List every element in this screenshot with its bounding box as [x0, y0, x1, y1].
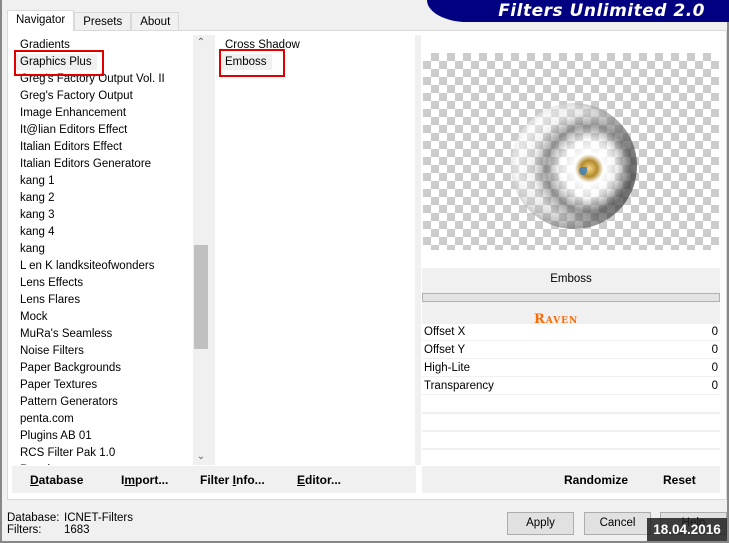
category-scrollbar[interactable]: ⌃ ⌄: [193, 35, 209, 465]
mnemonic: m: [124, 473, 136, 487]
filter-item-emboss[interactable]: Emboss: [220, 54, 272, 70]
preview-highlight: [579, 167, 587, 175]
category-item[interactable]: Plugins AB 01: [15, 428, 97, 444]
scrollbar-thumb[interactable]: [194, 245, 208, 349]
param-high-lite[interactable]: High-Lite 0: [422, 360, 720, 377]
category-item[interactable]: kang 3: [15, 207, 60, 223]
tab-presets[interactable]: Presets: [74, 12, 132, 30]
reset-button[interactable]: Reset: [663, 473, 696, 487]
category-item[interactable]: Paper Backgrounds: [15, 360, 126, 376]
parameter-header: Emboss Raven: [422, 268, 720, 327]
app-title-banner: Filters Unlimited 2.0: [427, 0, 729, 22]
param-empty-row: [422, 414, 720, 432]
category-item[interactable]: Italian Editors Generatore: [15, 156, 156, 172]
filter-list[interactable]: Cross Shadow Emboss: [215, 35, 415, 465]
label: Filter: [200, 473, 233, 487]
chevron-down-icon[interactable]: ⌄: [193, 449, 209, 465]
category-item[interactable]: Lens Effects: [15, 275, 88, 291]
label: port...: [135, 473, 169, 487]
category-item[interactable]: Lens Flares: [15, 292, 85, 308]
mnemonic: E: [297, 473, 306, 487]
param-label: Transparency: [424, 380, 494, 392]
status-database-value: ICNET-Filters: [64, 512, 133, 524]
param-offset-y[interactable]: Offset Y 0: [422, 342, 720, 359]
tab-navigator[interactable]: Navigator: [7, 10, 75, 31]
import-button[interactable]: Import...: [121, 473, 168, 487]
status-filters: Filters: 1683: [7, 524, 90, 536]
category-item[interactable]: L en K landksiteofwonders: [15, 258, 159, 274]
status-filters-value: 1683: [64, 524, 90, 536]
category-item[interactable]: Noise Filters: [15, 343, 89, 359]
status-filters-label: Filters:: [7, 524, 42, 536]
parameter-title: Emboss: [550, 273, 592, 285]
chevron-up-icon[interactable]: ⌃: [193, 35, 209, 51]
category-item[interactable]: Mock: [15, 309, 52, 325]
filter-item-cross-shadow[interactable]: Cross Shadow: [220, 37, 305, 53]
parameter-toolbar: Randomize Reset: [422, 466, 720, 493]
param-value: 0: [711, 380, 718, 392]
category-item[interactable]: Greg's Factory Output Vol. II: [15, 71, 170, 87]
tab-bar: Navigator Presets About: [7, 10, 180, 31]
category-item[interactable]: kang 2: [15, 190, 60, 206]
date-badge: 18.04.2016: [647, 518, 727, 541]
category-item[interactable]: Graphics Plus: [15, 54, 97, 70]
preview-canvas: [423, 53, 719, 250]
param-label: High-Lite: [424, 362, 471, 374]
filter-info-button[interactable]: Filter Info...: [200, 473, 265, 487]
category-item[interactable]: Pattern Generators: [15, 394, 123, 410]
cancel-button[interactable]: Cancel: [584, 512, 651, 535]
status-database: Database: ICNET-Filters: [7, 512, 133, 524]
label: ditor...: [305, 473, 342, 487]
divider: [415, 35, 421, 465]
category-item[interactable]: kang 4: [15, 224, 60, 240]
param-empty-row: [422, 432, 720, 450]
category-item[interactable]: It@lian Editors Effect: [15, 122, 132, 138]
param-empty-row: [422, 450, 720, 466]
category-item[interactable]: Greg's Factory Output: [15, 88, 138, 104]
category-item[interactable]: Renaissance: [15, 462, 91, 465]
status-database-label: Database:: [7, 512, 60, 524]
parameter-progress-bar: [422, 293, 720, 302]
category-item[interactable]: Image Enhancement: [15, 105, 131, 121]
database-button[interactable]: Database: [30, 473, 83, 487]
label: atabase: [38, 473, 84, 487]
category-item[interactable]: penta.com: [15, 411, 79, 427]
category-item[interactable]: MuRa's Seamless: [15, 326, 117, 342]
param-value: 0: [711, 326, 718, 338]
preview-image: [511, 103, 637, 229]
apply-button[interactable]: Apply: [507, 512, 574, 535]
param-label: Offset Y: [424, 344, 466, 356]
category-item[interactable]: kang: [15, 241, 50, 257]
randomize-button[interactable]: Randomize: [564, 473, 628, 487]
category-item[interactable]: RCS Filter Pak 1.0: [15, 445, 120, 461]
category-item[interactable]: Gradients: [15, 37, 75, 53]
param-value: 0: [711, 344, 718, 356]
tab-about[interactable]: About: [131, 12, 180, 30]
param-value: 0: [711, 362, 718, 374]
category-list[interactable]: Gradients Graphics Plus Greg's Factory Out…: [12, 35, 194, 465]
param-label: Offset X: [424, 326, 466, 338]
category-item[interactable]: Paper Textures: [15, 377, 102, 393]
mnemonic: D: [30, 473, 39, 487]
editor-button[interactable]: Editor...: [297, 473, 341, 487]
param-empty-row: [422, 396, 720, 414]
category-item[interactable]: Italian Editors Effect: [15, 139, 127, 155]
navigator-toolbar: Database Import... Filter Info... Editor…: [12, 466, 416, 493]
param-transparency[interactable]: Transparency 0: [422, 378, 720, 395]
category-item[interactable]: kang 1: [15, 173, 60, 189]
param-offset-x[interactable]: Offset X 0: [422, 324, 720, 341]
label: nfo...: [236, 473, 265, 487]
